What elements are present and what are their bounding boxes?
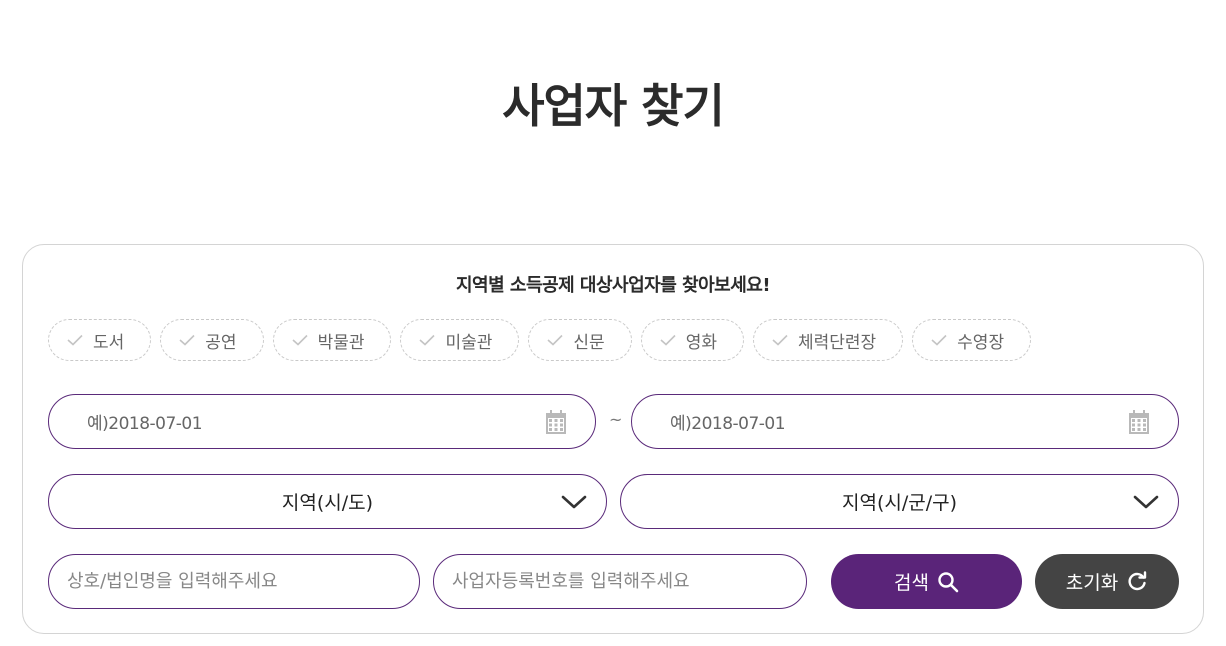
- search-button-label: 검색: [894, 572, 929, 594]
- calendar-icon[interactable]: [1128, 409, 1150, 435]
- check-icon: [547, 334, 563, 346]
- category-chip-label: 수영장: [957, 332, 1005, 353]
- category-chip-museum[interactable]: 박물관: [272, 319, 392, 361]
- start-date-placeholder: 예)2018-07-01: [87, 414, 203, 434]
- check-icon: [931, 334, 947, 346]
- check-icon: [179, 334, 195, 346]
- category-filter: 도서 공연 박물관 미술관 신문 영화 체력단련장 수영장: [48, 319, 1032, 361]
- category-chip-book[interactable]: 도서: [48, 319, 152, 361]
- category-chip-performance[interactable]: 공연: [160, 319, 264, 361]
- search-button[interactable]: 검색: [831, 554, 1022, 609]
- chevron-down-icon: [561, 495, 587, 509]
- page-title: 사업자 찾기: [502, 79, 725, 133]
- category-chip-label: 도서: [93, 332, 125, 353]
- check-icon: [772, 334, 788, 346]
- district-select[interactable]: 지역(시/군/구): [620, 474, 1179, 529]
- check-icon: [292, 334, 308, 346]
- category-chip-label: 체력단련장: [797, 332, 877, 353]
- business-name-input[interactable]: [48, 554, 420, 609]
- reset-button[interactable]: 초기화: [1035, 554, 1179, 609]
- panel-heading: 지역별 소득공제 대상사업자를 찾아보세요!: [455, 275, 771, 296]
- province-select-value: 지역(시/도): [281, 492, 374, 514]
- category-chip-art-gallery[interactable]: 미술관: [400, 319, 520, 361]
- check-icon: [67, 334, 83, 346]
- end-date-field[interactable]: 예)2018-07-01: [631, 394, 1179, 449]
- chevron-down-icon: [1133, 495, 1159, 509]
- refresh-icon: [1128, 570, 1147, 590]
- category-chip-newspaper[interactable]: 신문: [528, 319, 632, 361]
- category-chip-label: 박물관: [317, 332, 365, 353]
- check-icon: [660, 334, 676, 346]
- category-chip-label: 신문: [573, 332, 605, 353]
- search-icon: [938, 571, 959, 592]
- search-panel: 지역별 소득공제 대상사업자를 찾아보세요! 도서 공연 박물관 미술관 신문 …: [22, 244, 1204, 634]
- category-chip-label: 미술관: [445, 332, 493, 353]
- category-chip-movie[interactable]: 영화: [640, 319, 744, 361]
- district-select-value: 지역(시/군/구): [841, 492, 958, 514]
- start-date-field[interactable]: 예)2018-07-01: [48, 394, 596, 449]
- category-chip-swimming-pool[interactable]: 수영장: [912, 319, 1032, 361]
- date-range-separator: ~: [609, 410, 623, 429]
- business-number-input[interactable]: [433, 554, 807, 609]
- category-chip-label: 영화: [685, 332, 717, 353]
- calendar-icon[interactable]: [545, 409, 567, 435]
- category-chip-label: 공연: [205, 332, 237, 353]
- end-date-placeholder: 예)2018-07-01: [670, 414, 786, 434]
- reset-button-label: 초기화: [1065, 572, 1119, 594]
- category-chip-fitness[interactable]: 체력단련장: [752, 319, 904, 361]
- check-icon: [419, 334, 436, 346]
- province-select[interactable]: 지역(시/도): [48, 474, 607, 529]
